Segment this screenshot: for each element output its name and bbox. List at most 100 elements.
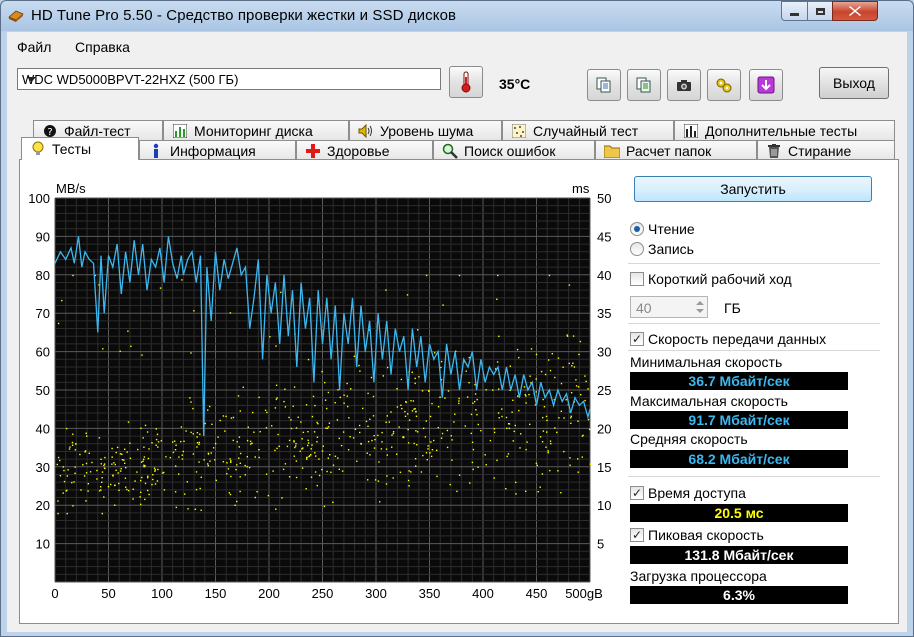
- access-point: [264, 409, 267, 411]
- access-point: [404, 410, 406, 413]
- y-tick-left: 30: [36, 460, 50, 475]
- download-button[interactable]: [749, 69, 783, 101]
- copy-info-button[interactable]: [587, 69, 621, 101]
- access-point: [196, 432, 199, 434]
- minimize-button[interactable]: [781, 1, 808, 21]
- access-point: [392, 432, 395, 435]
- access-point: [295, 445, 297, 447]
- close-button[interactable]: [832, 1, 878, 21]
- y-tick-left: 80: [36, 268, 50, 283]
- access-point: [258, 396, 260, 399]
- start-button[interactable]: Запустить: [634, 176, 872, 202]
- access-point: [577, 471, 579, 473]
- access-point: [57, 512, 59, 515]
- access-point: [337, 457, 339, 459]
- access-point: [147, 457, 150, 460]
- access-point: [577, 458, 579, 460]
- access-point: [379, 501, 381, 503]
- access-point: [187, 508, 189, 510]
- access-point: [373, 435, 375, 437]
- drive-select[interactable]: WDC WD5000BPVT-22HXZ (500 ГБ): [17, 68, 441, 90]
- access-point: [124, 448, 126, 450]
- access-point: [414, 408, 416, 410]
- maximize-button[interactable]: [807, 1, 833, 21]
- burst-rate-checkbox[interactable]: ✓: [630, 528, 644, 542]
- access-point: [184, 493, 186, 495]
- access-point: [259, 431, 261, 433]
- access-point: [339, 396, 341, 399]
- tab-noise-level[interactable]: Уровень шума: [349, 120, 502, 140]
- access-point: [358, 364, 360, 367]
- short-stroke-checkbox[interactable]: [630, 272, 644, 286]
- access-point: [326, 470, 328, 473]
- tab-information[interactable]: Информация: [139, 140, 296, 160]
- access-point: [66, 427, 68, 430]
- y-tick-right: 35: [597, 306, 611, 321]
- access-point: [327, 426, 330, 428]
- client-area: Файл Справка WDC WD5000BPVT-22HXZ (500 Г…: [7, 32, 907, 632]
- access-point: [276, 447, 278, 450]
- access-time-checkbox[interactable]: ✓: [630, 486, 644, 500]
- tab-folder-usage[interactable]: Расчет папок: [595, 140, 757, 160]
- write-radio[interactable]: [630, 242, 644, 256]
- access-point: [74, 472, 76, 474]
- access-point: [299, 450, 301, 452]
- tab-random-test[interactable]: Случайный тест: [502, 120, 674, 140]
- access-point: [431, 449, 434, 451]
- menu-help[interactable]: Справка: [75, 39, 130, 55]
- access-point: [548, 359, 550, 361]
- short-stroke-stepper[interactable]: 40: [630, 296, 708, 318]
- access-point: [505, 488, 507, 490]
- access-point: [584, 375, 586, 377]
- access-point: [492, 389, 494, 391]
- access-point: [144, 424, 147, 427]
- access-point: [79, 453, 81, 456]
- access-point: [141, 354, 143, 356]
- access-point: [155, 438, 158, 441]
- access-point: [100, 463, 102, 465]
- save-report-button[interactable]: [627, 69, 661, 101]
- access-point: [146, 431, 149, 433]
- random-icon: [511, 123, 527, 139]
- screenshot-button[interactable]: [667, 69, 701, 101]
- access-point: [369, 454, 371, 456]
- access-point: [74, 466, 76, 468]
- tab-extra-tests[interactable]: Дополнительные тесты: [674, 120, 895, 140]
- access-point: [294, 446, 296, 449]
- access-point: [545, 446, 547, 448]
- access-point: [63, 469, 65, 472]
- tab-erase[interactable]: Стирание: [757, 140, 895, 160]
- temperature-value: 35°C: [499, 76, 531, 92]
- access-point: [189, 397, 191, 399]
- tab-health[interactable]: Здоровье: [296, 140, 433, 160]
- tab-error-scan[interactable]: Поиск ошибок: [433, 140, 595, 160]
- access-point: [207, 409, 209, 411]
- title-bar[interactable]: HD Tune Pro 5.50 - Средство проверки жес…: [1, 1, 913, 31]
- access-point: [61, 299, 63, 302]
- options-button[interactable]: [707, 69, 741, 101]
- access-point: [440, 360, 443, 363]
- menu-file[interactable]: Файл: [17, 39, 51, 55]
- temperature-button[interactable]: [449, 66, 483, 98]
- access-point: [541, 441, 544, 443]
- max-speed-label: Максимальная скорость: [630, 393, 788, 409]
- transfer-rate-checkbox[interactable]: ✓: [630, 332, 644, 346]
- access-point: [274, 407, 277, 409]
- tab-tests[interactable]: Тесты: [21, 137, 139, 160]
- access-point: [101, 471, 104, 473]
- minimize-icon: [790, 12, 799, 16]
- tab-disk-monitor[interactable]: Мониторинг диска: [163, 120, 349, 140]
- access-point: [305, 488, 307, 490]
- exit-button[interactable]: Выход: [819, 67, 889, 99]
- access-point: [276, 397, 278, 399]
- access-point: [421, 390, 424, 392]
- read-radio[interactable]: [630, 222, 644, 236]
- access-point: [147, 489, 149, 492]
- access-point: [284, 463, 287, 465]
- window-title: HD Tune Pro 5.50 - Средство проверки жес…: [31, 7, 457, 24]
- access-point: [509, 365, 511, 367]
- access-point: [466, 396, 469, 398]
- access-point: [151, 483, 153, 486]
- access-point: [229, 312, 232, 314]
- access-point: [278, 445, 280, 447]
